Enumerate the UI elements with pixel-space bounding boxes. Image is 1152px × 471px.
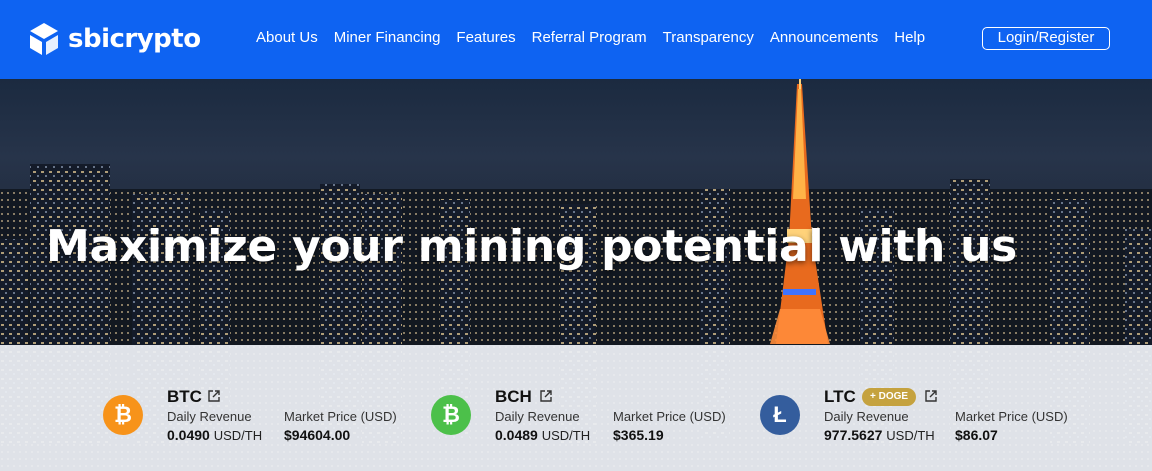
hero-headline: Maximize your mining potential with us	[46, 221, 1018, 272]
nav-referral-program[interactable]: Referral Program	[532, 27, 647, 49]
market-price-label: Market Price (USD)	[284, 409, 397, 424]
daily-revenue-value: 0.0489 USD/TH	[495, 427, 590, 443]
coin-symbol: LTC	[824, 387, 856, 406]
daily-revenue-label: Daily Revenue	[167, 409, 252, 424]
coin-symbol: BCH	[495, 387, 532, 406]
coin-symbol: BTC	[167, 387, 202, 406]
nav-miner-financing[interactable]: Miner Financing	[334, 27, 441, 49]
daily-revenue-value: 0.0490 USD/TH	[167, 427, 262, 443]
brand-logo[interactable]: sbicrypto	[30, 19, 201, 59]
market-price-value: $365.19	[613, 427, 664, 443]
nav-features[interactable]: Features	[456, 27, 515, 49]
revenue-unit: USD/TH	[541, 428, 591, 443]
nav-transparency[interactable]: Transparency	[663, 27, 754, 49]
revenue-amount: 977.5627	[824, 427, 883, 443]
market-price-value: $94604.00	[284, 427, 350, 443]
market-price-label: Market Price (USD)	[613, 409, 726, 424]
revenue-amount: 0.0489	[495, 427, 538, 443]
nav-help[interactable]: Help	[894, 27, 925, 49]
nav-announcements[interactable]: Announcements	[770, 27, 878, 49]
revenue-amount: 0.0490	[167, 427, 210, 443]
daily-revenue-label: Daily Revenue	[495, 409, 580, 424]
bitcoin-cash-icon: ₿	[431, 395, 471, 435]
main-menu: About Us Miner Financing Features Referr…	[256, 27, 941, 49]
market-price-value: $86.07	[955, 427, 998, 443]
coin-stats-panel: ₿ BTC Daily Revenue 0.0490 USD/TH Market…	[0, 345, 1152, 471]
top-navbar: sbicrypto About Us Miner Financing Featu…	[0, 0, 1152, 79]
daily-revenue-value: 977.5627 USD/TH	[824, 427, 935, 443]
market-price-label: Market Price (USD)	[955, 409, 1068, 424]
external-link-icon[interactable]	[925, 390, 937, 402]
external-link-icon[interactable]	[208, 390, 220, 402]
litecoin-icon: Ł	[760, 395, 800, 435]
nav-about-us[interactable]: About Us	[256, 27, 318, 49]
brand-name: sbicrypto	[68, 24, 201, 54]
price-amount: $94604.00	[284, 427, 351, 443]
revenue-unit: USD/TH	[213, 428, 263, 443]
price-amount: $365.19	[613, 427, 664, 443]
revenue-unit: USD/TH	[886, 428, 935, 443]
daily-revenue-label: Daily Revenue	[824, 409, 909, 424]
sbicrypto-logo-icon	[30, 23, 58, 55]
login-register-button[interactable]: Login/Register	[982, 27, 1110, 50]
external-link-icon[interactable]	[540, 390, 552, 402]
price-amount: $86.07	[955, 427, 998, 443]
doge-badge: + DOGE	[862, 388, 917, 406]
bitcoin-icon: ₿	[103, 395, 143, 435]
